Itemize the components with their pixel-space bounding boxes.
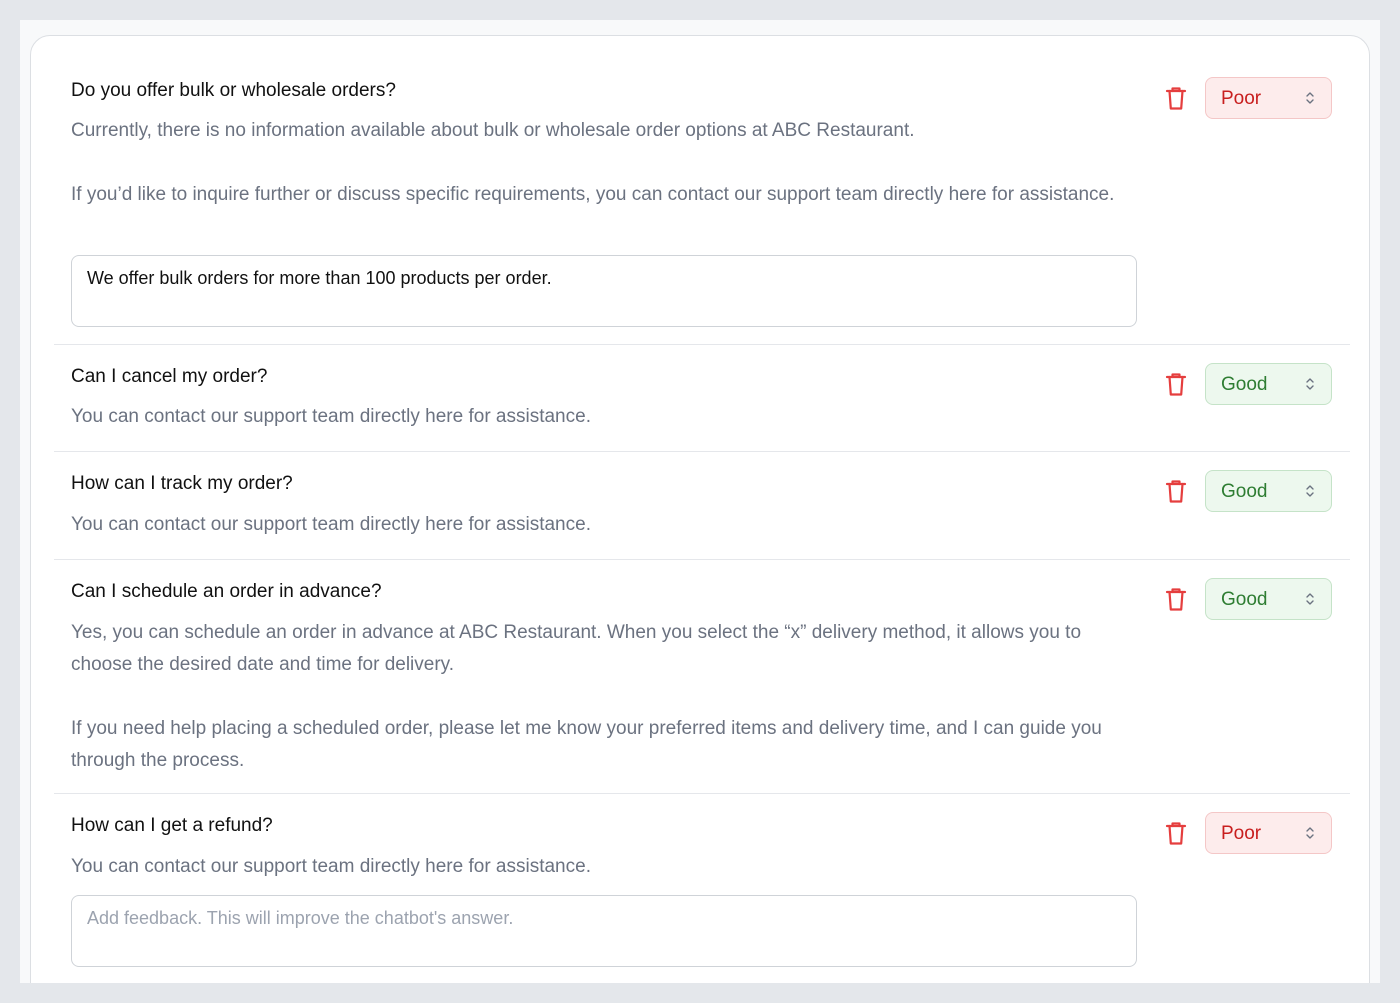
- trash-icon: [1165, 373, 1187, 396]
- answer-text: You can contact our support team directl…: [71, 509, 1131, 541]
- rating-select[interactable]: Good: [1205, 578, 1332, 620]
- qa-item: How can I get a refund? You can contact …: [54, 793, 1350, 983]
- answer-paragraph: You can contact our support team directl…: [71, 514, 591, 535]
- trash-icon: [1165, 822, 1187, 845]
- delete-button[interactable]: [1164, 371, 1188, 397]
- qa-item: Can I cancel my order? You can contact o…: [54, 344, 1350, 451]
- rating-value: Good: [1221, 481, 1268, 502]
- answer-paragraph: If you need help placing a scheduled ord…: [71, 718, 1102, 771]
- answer-paragraph: Yes, you can schedule an order in advanc…: [71, 622, 1082, 675]
- answer-text: Yes, you can schedule an order in advanc…: [71, 617, 1131, 777]
- qa-item: How can I track my order? You can contac…: [54, 451, 1350, 559]
- delete-button[interactable]: [1164, 820, 1188, 846]
- page-background: Do you offer bulk or wholesale orders? C…: [20, 20, 1380, 983]
- chevron-up-down-icon: [1306, 378, 1314, 390]
- rating-select[interactable]: Good: [1205, 363, 1332, 405]
- question-text: Can I cancel my order?: [71, 366, 268, 387]
- rating-value: Good: [1221, 374, 1268, 395]
- answer-paragraph: You can contact our support team directl…: [71, 856, 591, 877]
- chevron-up-down-icon: [1306, 485, 1314, 497]
- question-text: How can I get a refund?: [71, 815, 273, 836]
- rating-value: Poor: [1221, 823, 1262, 844]
- answer-paragraph: You can contact our support team directl…: [71, 406, 591, 427]
- chevron-up-down-icon: [1306, 593, 1314, 605]
- rating-select[interactable]: Good: [1205, 470, 1332, 512]
- answer-text: Currently, there is no information avail…: [71, 115, 1131, 211]
- chevron-up-down-icon: [1306, 92, 1314, 104]
- question-text: Do you offer bulk or wholesale orders?: [71, 80, 396, 101]
- rating-value: Good: [1221, 589, 1268, 610]
- answer-paragraph: Currently, there is no information avail…: [71, 120, 915, 141]
- trash-icon: [1165, 480, 1187, 503]
- answer-text: You can contact our support team directl…: [71, 851, 1131, 883]
- feedback-input[interactable]: We offer bulk orders for more than 100 p…: [71, 255, 1137, 327]
- question-text: How can I track my order?: [71, 473, 293, 494]
- chevron-up-down-icon: [1306, 827, 1314, 839]
- delete-button[interactable]: [1164, 478, 1188, 504]
- trash-icon: [1165, 588, 1187, 611]
- answer-paragraph: If you’d like to inquire further or disc…: [71, 184, 1115, 205]
- trash-icon: [1165, 87, 1187, 110]
- rating-select[interactable]: Poor: [1205, 812, 1332, 854]
- rating-value: Poor: [1221, 88, 1262, 109]
- delete-button[interactable]: [1164, 85, 1188, 111]
- answer-text: You can contact our support team directl…: [71, 401, 1131, 433]
- qa-item: Can I schedule an order in advance? Yes,…: [54, 559, 1350, 793]
- question-text: Can I schedule an order in advance?: [71, 581, 382, 602]
- feedback-input[interactable]: [71, 895, 1137, 967]
- qa-review-card: Do you offer bulk or wholesale orders? C…: [30, 35, 1370, 983]
- qa-item: Do you offer bulk or wholesale orders? C…: [54, 36, 1350, 344]
- delete-button[interactable]: [1164, 586, 1188, 612]
- rating-select[interactable]: Poor: [1205, 77, 1332, 119]
